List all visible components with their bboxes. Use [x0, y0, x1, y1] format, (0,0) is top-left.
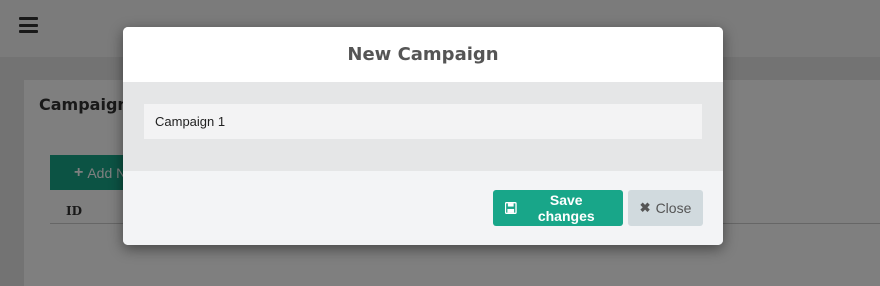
save-changes-label: Save changes — [537, 192, 595, 224]
save-changes-button[interactable]: Save changes — [493, 190, 623, 226]
close-button[interactable]: ✖ Close — [628, 190, 703, 226]
campaign-name-input[interactable] — [143, 103, 703, 140]
close-label: Close — [655, 200, 692, 216]
x-icon: ✖ — [639, 200, 651, 215]
modal-header: New Campaign — [123, 27, 723, 82]
modal-title: New Campaign — [347, 44, 499, 65]
modal-footer: Save changes ✖ Close — [123, 170, 723, 245]
new-campaign-modal: New Campaign Save changes ✖ Close — [123, 27, 723, 245]
floppy-disk-icon — [505, 202, 517, 214]
modal-body — [123, 82, 723, 170]
